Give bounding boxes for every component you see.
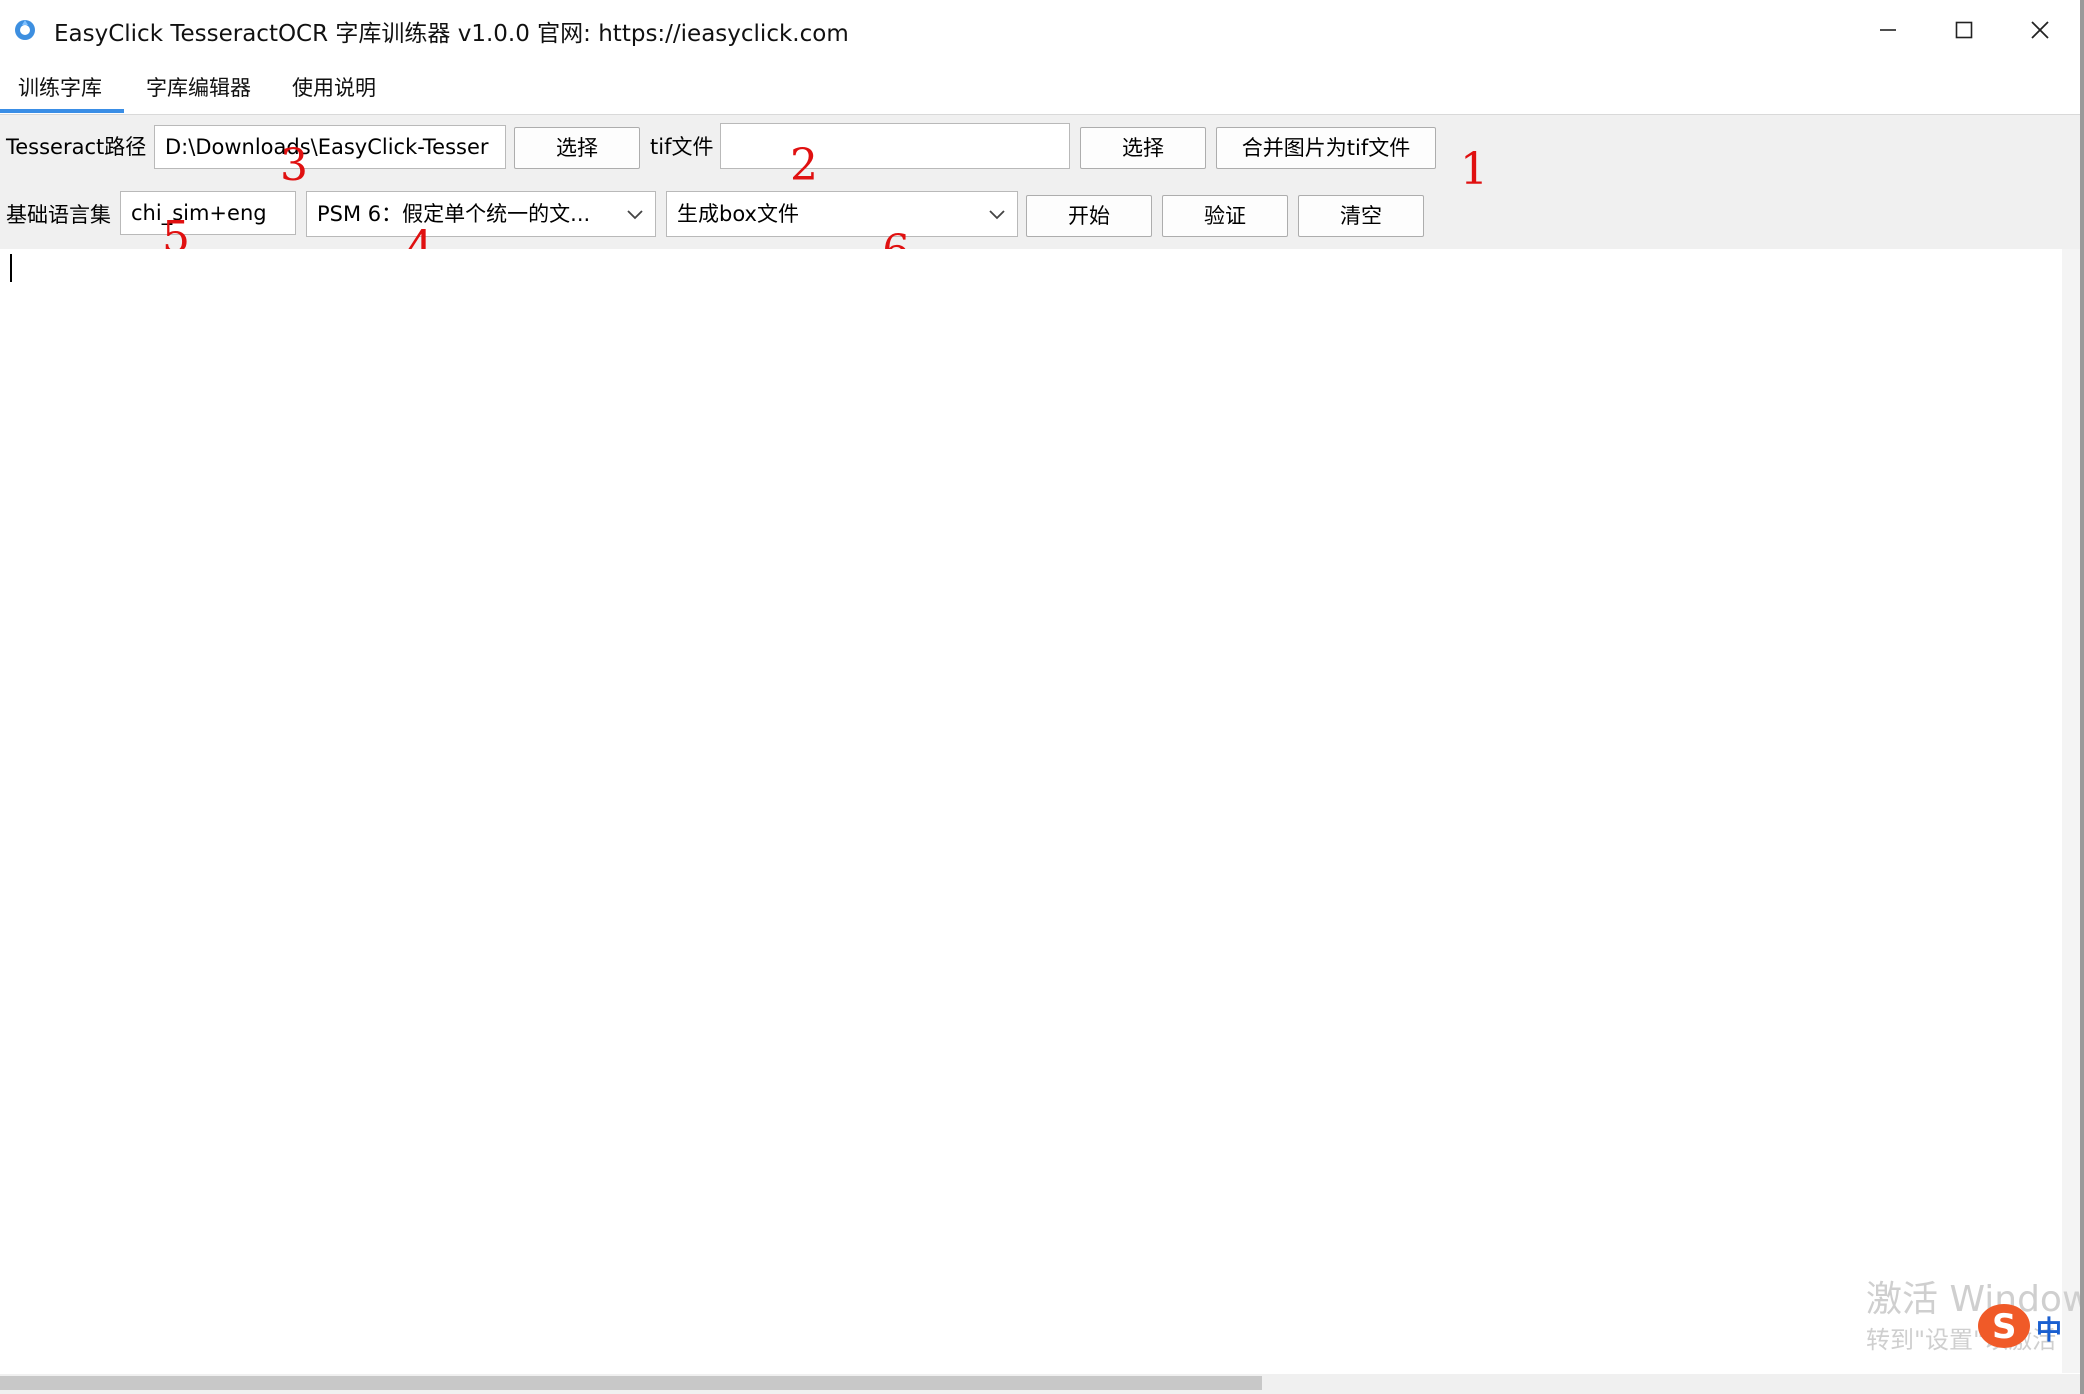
tif-file-label: tif文件 <box>650 135 714 159</box>
minimize-icon <box>1880 29 1896 31</box>
tesseract-path-input[interactable]: D:\Downloads\EasyClick-Tesser <box>154 125 506 169</box>
tab-usage-guide[interactable]: 使用说明 <box>286 68 382 108</box>
minimize-button[interactable] <box>1856 8 1920 52</box>
ime-language-indicator[interactable]: 中 <box>2036 1310 2062 1347</box>
base-language-input[interactable]: chi_sim+eng <box>120 191 296 235</box>
window-title: EasyClick TesseractOCR 字库训练器 v1.0.0 官网: … <box>54 21 849 47</box>
annotation-2: 2 <box>790 140 818 191</box>
psm-select[interactable]: PSM 6：假定单个统一的文... <box>306 191 656 237</box>
log-output-area[interactable] <box>0 249 2062 1373</box>
chevron-down-icon <box>627 210 643 220</box>
maximize-button[interactable] <box>1932 8 1996 52</box>
merge-to-tif-button[interactable]: 合并图片为tif文件 <box>1216 127 1436 169</box>
psm-selected-value: PSM 6：假定单个统一的文... <box>317 202 591 226</box>
active-tab-indicator <box>0 109 124 113</box>
horizontal-scrollbar-thumb[interactable] <box>0 1376 1262 1390</box>
close-button[interactable] <box>2008 8 2072 52</box>
start-button[interactable]: 开始 <box>1026 195 1152 237</box>
clear-button[interactable]: 清空 <box>1298 195 1424 237</box>
close-icon <box>2031 21 2049 39</box>
chevron-down-icon <box>989 210 1005 220</box>
tab-train-library[interactable]: 训练字库 <box>12 68 108 108</box>
tab-bar: 训练字库 字库编辑器 使用说明 <box>0 62 2080 114</box>
training-toolbar: Tesseract路径 D:\Downloads\EasyClick-Tesse… <box>0 114 2080 250</box>
vertical-scrollbar[interactable] <box>2062 249 2080 1373</box>
app-logo-icon <box>15 20 35 40</box>
verify-button[interactable]: 验证 <box>1162 195 1288 237</box>
mode-select[interactable]: 生成box文件 <box>666 191 1018 237</box>
mode-selected-value: 生成box文件 <box>677 202 799 226</box>
select-tesseract-button[interactable]: 选择 <box>514 127 640 169</box>
tif-file-input[interactable] <box>720 123 1070 169</box>
text-caret <box>10 254 12 282</box>
tab-library-editor[interactable]: 字库编辑器 <box>140 68 257 108</box>
annotation-1: 1 <box>1460 144 1488 195</box>
app-window: EasyClick TesseractOCR 字库训练器 v1.0.0 官网: … <box>0 0 2084 1394</box>
annotation-3: 3 <box>280 140 308 191</box>
select-tif-button[interactable]: 选择 <box>1080 127 1206 169</box>
tesseract-path-label: Tesseract路径 <box>6 135 147 159</box>
maximize-icon <box>1955 21 1973 39</box>
window-right-border <box>2080 0 2084 1394</box>
title-bar[interactable]: EasyClick TesseractOCR 字库训练器 v1.0.0 官网: … <box>0 0 2080 60</box>
sogou-ime-icon[interactable]: S <box>1976 1300 2032 1352</box>
svg-text:S: S <box>1992 1307 2017 1347</box>
base-language-label: 基础语言集 <box>6 203 111 227</box>
